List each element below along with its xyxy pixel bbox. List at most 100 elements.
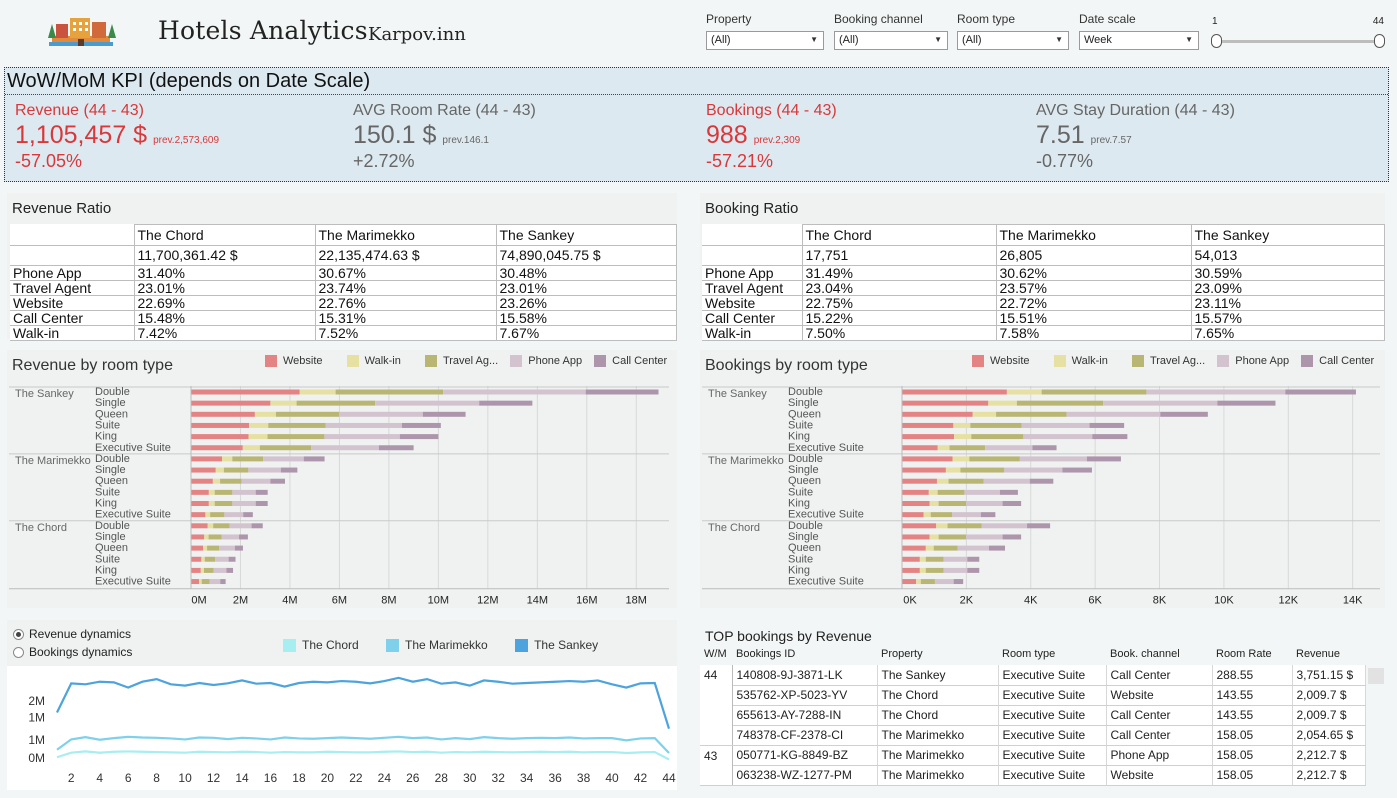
legend-item-phone-app[interactable]: Phone App <box>1217 355 1289 367</box>
legend-item-the-sankey[interactable]: The Sankey <box>515 638 598 652</box>
date-scale-select[interactable]: Week ▼ <box>1079 31 1199 50</box>
kpi-change: +2.72% <box>353 151 415 171</box>
bar-segment-travel-agent <box>214 489 233 495</box>
bar-segment-walk-in <box>249 422 269 428</box>
legend-swatch <box>424 355 437 367</box>
room-type-select[interactable]: (All) ▼ <box>957 31 1069 50</box>
legend-item-the-marimekko[interactable]: The Marimekko <box>386 638 488 652</box>
row-label: Travel Agent <box>10 280 135 296</box>
bar-segment-walk-in <box>208 489 215 495</box>
legend-item-website[interactable]: Website <box>972 355 1030 367</box>
top-bookings-table: W/M Bookings ID Property Room type Book.… <box>700 643 1366 786</box>
ratio-cell: 15.51% <box>995 310 1192 326</box>
line-series-the-sankey <box>56 676 671 730</box>
bookings-dynamics-option[interactable]: Bookings dynamics <box>13 645 132 659</box>
bar-segment-website <box>902 434 955 440</box>
legend-item-website[interactable]: Website <box>265 355 323 367</box>
bar-segment-travel-agent <box>960 467 1005 473</box>
bar-segment-call-center <box>1217 400 1276 406</box>
legend-swatch <box>1053 355 1066 367</box>
kpi-prev: prev.2,309 <box>753 135 801 146</box>
bar-segment-phone-app <box>213 567 227 573</box>
bar-segment-walk-in <box>953 422 971 428</box>
bar-segment-travel-agent <box>938 534 967 540</box>
week-range-slider: 1 44 <box>1210 14 1386 54</box>
bar-segment-website <box>902 445 938 451</box>
slider-handle-min[interactable] <box>1211 34 1222 48</box>
bar-segment-walk-in <box>212 478 221 484</box>
total-cell: 74,890,045.75 $ <box>495 245 677 266</box>
bar-segment-phone-app <box>983 478 1030 484</box>
revenue-dynamics-option[interactable]: Revenue dynamics <box>13 627 131 641</box>
bar-segment-phone-app <box>985 445 1033 451</box>
bar-segment-walk-in <box>988 400 1017 406</box>
bar-segment-travel-agent <box>938 501 967 506</box>
bar-segment-walk-in <box>919 567 926 573</box>
table-row[interactable]: 748378-CF-2378-CI The Marimekko Executiv… <box>700 725 1366 746</box>
kpi-card-revenue: Revenue (44 - 43) 1,105,457 $ prev.2,573,… <box>15 102 219 172</box>
category-label: Executive Suite <box>95 576 171 588</box>
x-tick-label: 12 <box>207 771 221 785</box>
x-tick-label: 0M <box>191 595 206 607</box>
table-row[interactable]: 535762-XP-5023-YV The Chord Executive Su… <box>700 685 1366 706</box>
legend-swatch <box>386 638 400 652</box>
booking-channel-select[interactable]: (All) ▼ <box>834 31 948 50</box>
room-type-cell: Executive Suite <box>998 705 1107 726</box>
table-scrollbar[interactable] <box>1368 668 1384 684</box>
bar-segment-walk-in <box>222 456 233 462</box>
legend-item-travel-agent[interactable]: Travel Ag... <box>424 355 498 367</box>
legend-item-travel-agent[interactable]: Travel Ag... <box>1131 355 1205 367</box>
bar-segment-phone-app <box>248 467 281 473</box>
row-label: Website <box>10 295 135 311</box>
table-row[interactable]: 43 050771-KG-8849-BZ The Marimekko Execu… <box>700 745 1366 786</box>
bar-segment-phone-app <box>232 489 256 495</box>
slider-handle-max[interactable] <box>1374 34 1385 48</box>
legend-swatch <box>1131 355 1144 367</box>
legend-item-walk-in[interactable]: Walk-in <box>346 355 401 367</box>
bar-segment-call-center <box>251 523 263 529</box>
table-row[interactable]: 655613-AY-7288-IN The Chord Executive Su… <box>700 705 1366 726</box>
kpi-card-avg-stay-duration: AVG Stay Duration (44 - 43) 7.51 prev.7.5… <box>1036 102 1235 172</box>
bar-segment-travel-agent <box>937 489 965 495</box>
x-tick-label: 40 <box>605 771 619 785</box>
corner-cell <box>702 224 803 246</box>
panel-title: Bookings by room type <box>705 357 868 374</box>
group-label: The Chord <box>708 522 760 534</box>
group-label: The Chord <box>15 522 67 534</box>
legend-item-call-center[interactable]: Call Center <box>594 355 667 367</box>
chart-legend: Website Walk-in Travel Ag... Phone App C… <box>972 355 1383 370</box>
legend-item-call-center[interactable]: Call Center <box>1301 355 1374 367</box>
column-header: The Chord <box>133 224 316 246</box>
legend-label: Phone App <box>528 355 583 367</box>
row-label: Phone App <box>702 265 803 281</box>
table-row[interactable]: 063238-WZ-1277-PM The Marimekko Executiv… <box>700 765 1366 786</box>
bar-segment-walk-in <box>203 545 208 551</box>
row-label: Phone App <box>10 265 135 281</box>
bar-segment-walk-in <box>936 523 948 529</box>
x-tick-label: 32 <box>492 771 506 785</box>
room-rate-cell: 158.05 <box>1212 725 1293 746</box>
bar-segment-website <box>191 512 206 518</box>
bar-segment-walk-in <box>954 434 972 440</box>
group-label: The Sankey <box>15 388 74 400</box>
slider-track[interactable] <box>1216 40 1380 43</box>
bar-segment-call-center <box>479 400 533 406</box>
x-tick-label: 34 <box>520 771 534 785</box>
legend-swatch <box>1217 355 1230 367</box>
header-bar: Hotels Analytics Karpov.inn Property (Al… <box>0 0 1397 62</box>
table-row[interactable]: 44 140808-9J-3871-LK The Sankey Executiv… <box>700 665 1366 746</box>
room-type-cell: Executive Suite <box>998 765 1107 786</box>
bar-segment-phone-app <box>1004 467 1063 473</box>
kpi-label: AVG Stay Duration (44 - 43) <box>1036 102 1235 119</box>
kpi-value: 988 <box>706 121 748 149</box>
bar-segment-website <box>902 567 920 573</box>
property-select[interactable]: (All) ▼ <box>706 31 824 50</box>
column-header: The Marimekko <box>314 224 497 246</box>
channel-cell: Call Center <box>1106 725 1213 746</box>
select-value: Week <box>1084 34 1112 46</box>
bar-segment-travel-agent <box>220 478 242 484</box>
y-tick-label: 1M <box>28 710 45 724</box>
legend-item-phone-app[interactable]: Phone App <box>510 355 582 367</box>
legend-item-the-chord[interactable]: The Chord <box>283 638 359 652</box>
legend-item-walk-in[interactable]: Walk-in <box>1053 355 1108 367</box>
